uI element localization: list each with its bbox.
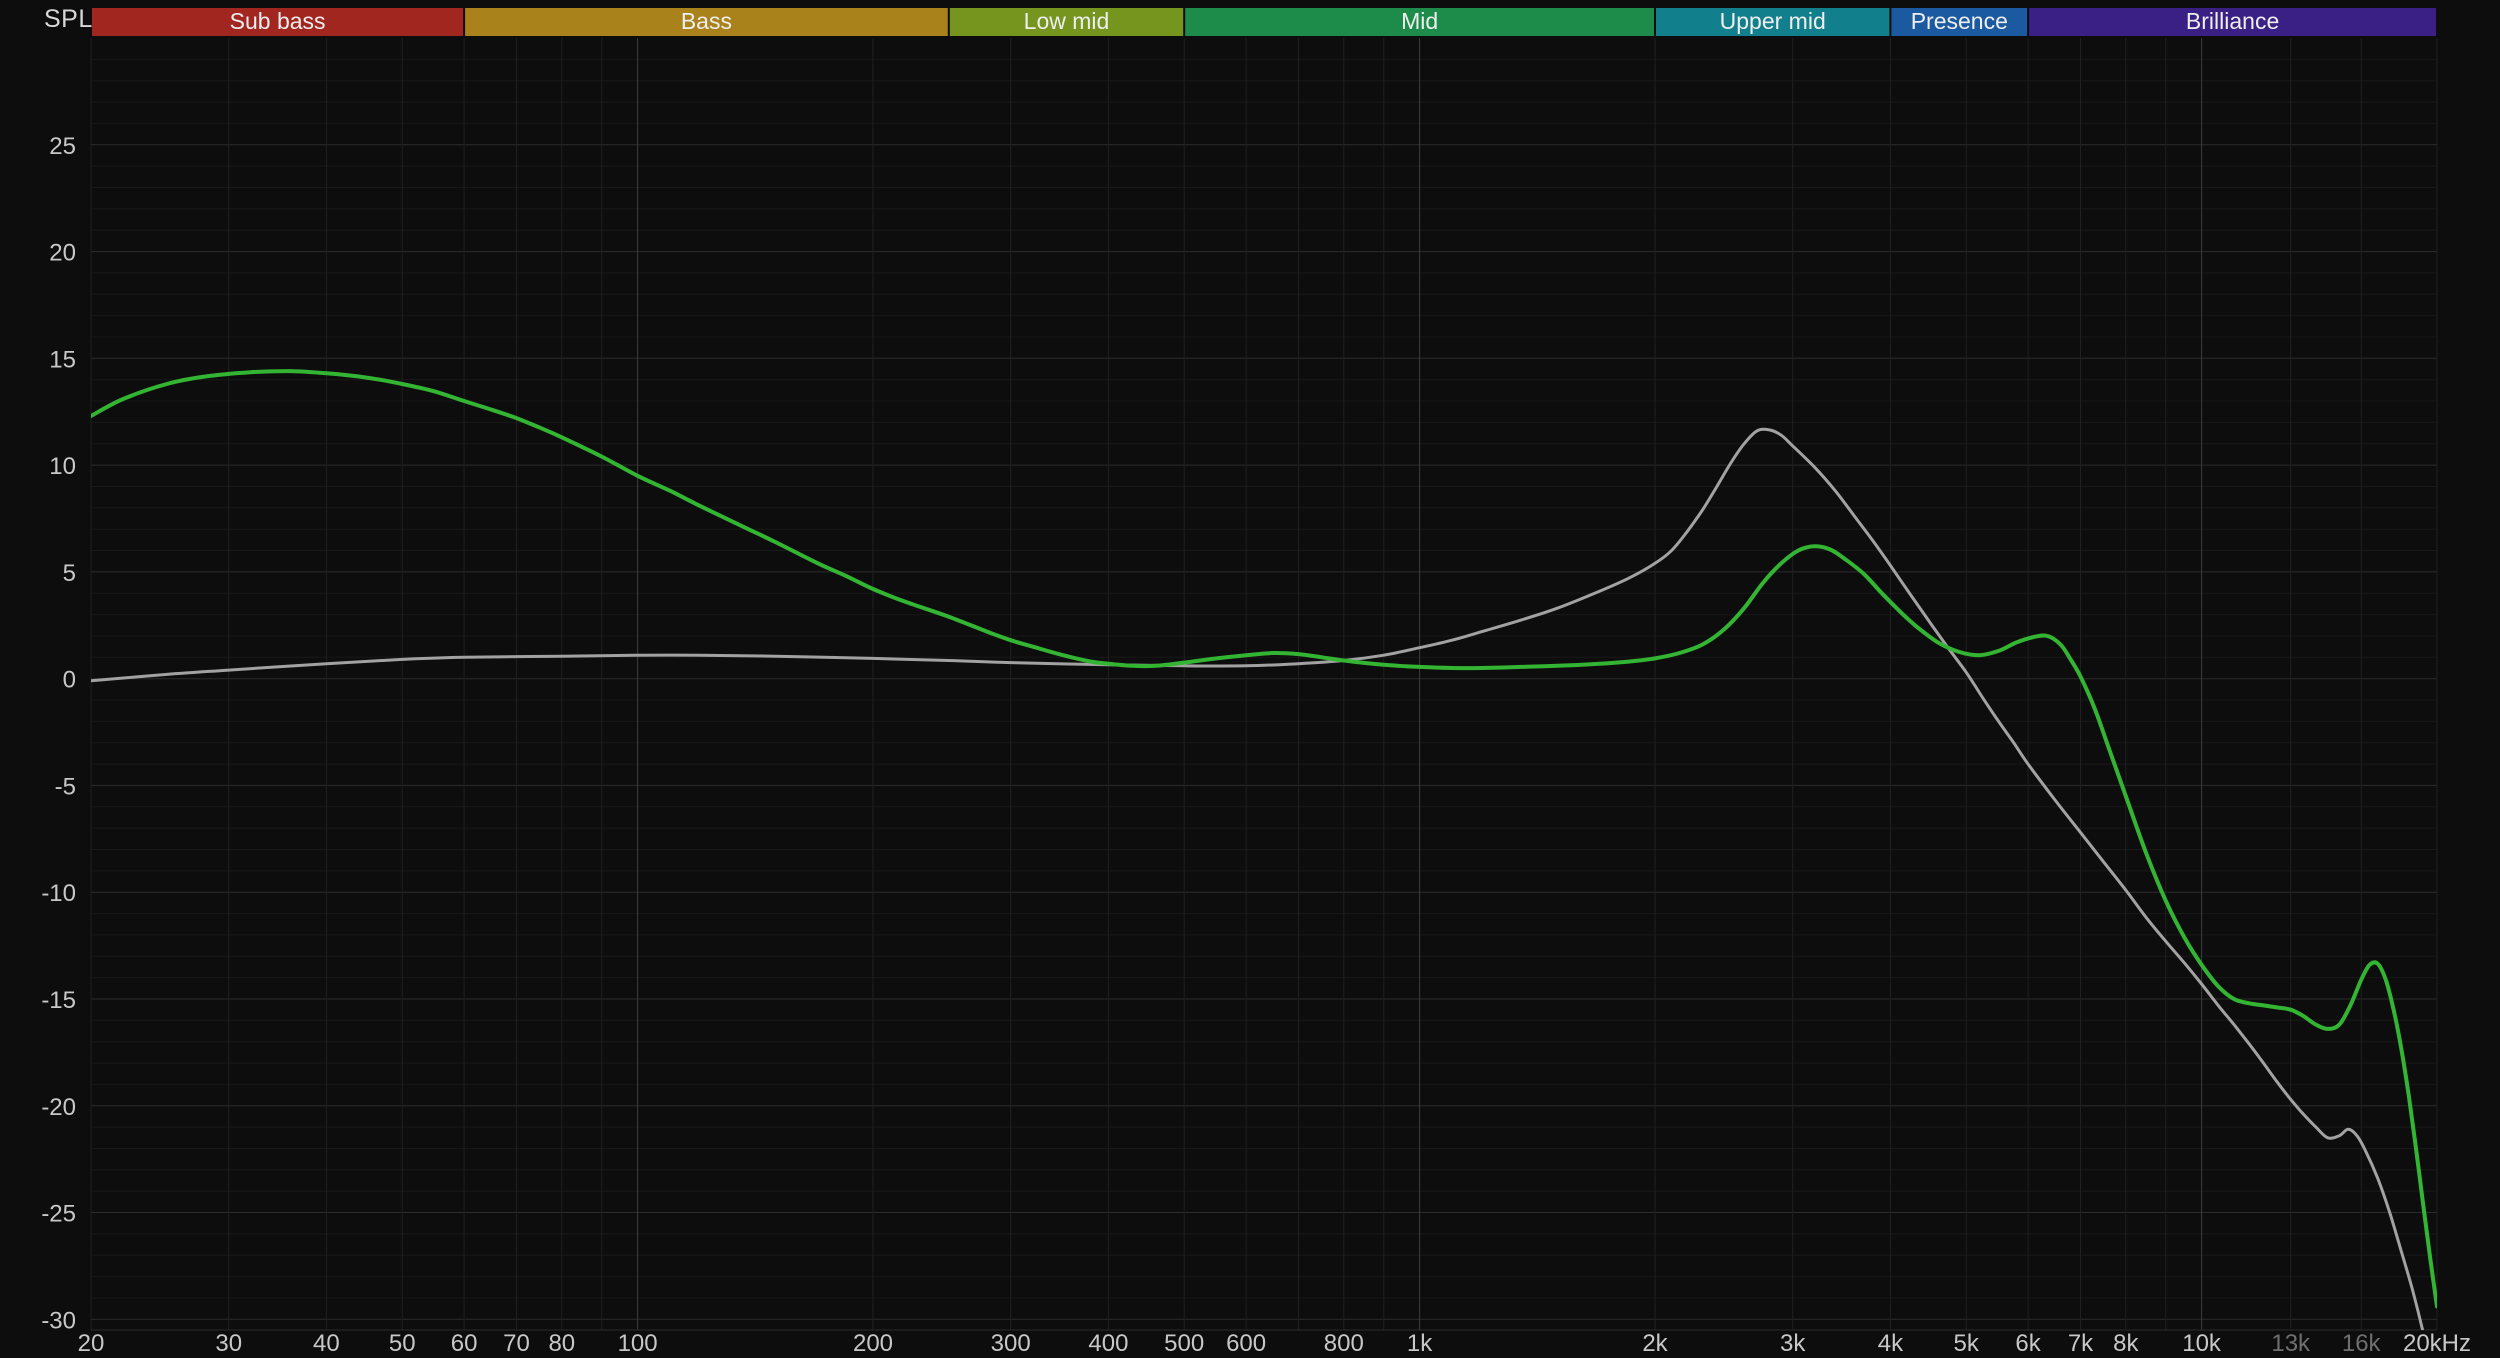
x-tick-label: 7k: [2068, 1330, 2094, 1357]
y-tick-label: -5: [55, 773, 76, 800]
band-label-presence: Presence: [1911, 8, 2008, 34]
y-tick-label: -30: [41, 1307, 76, 1334]
x-tick-label: 800: [1324, 1330, 1364, 1357]
x-tick-label: 80: [548, 1330, 575, 1357]
x-tick-label: 100: [618, 1330, 658, 1357]
x-tick-label: 20kHz: [2403, 1330, 2471, 1357]
x-tick-label: 600: [1226, 1330, 1266, 1357]
y-tick-label: -20: [41, 1094, 76, 1121]
y-tick-label: 5: [63, 560, 76, 587]
y-tick-label: 20: [49, 240, 76, 267]
curves: [91, 369, 2437, 1330]
gray-curve: [91, 427, 2425, 1330]
x-tick-label: 50: [389, 1330, 416, 1357]
frequency-bands-strip: Sub bass Bass Low mid Mid Upper mid Presence B…: [92, 8, 2436, 36]
band-label-mid: Mid: [1401, 8, 1438, 34]
x-tick-label: 300: [991, 1330, 1031, 1357]
y-tick-label: 15: [49, 346, 76, 373]
x-tick-label: 1k: [1407, 1330, 1433, 1357]
x-tick-label: 10k: [2182, 1330, 2222, 1357]
y-tick-label: 25: [49, 133, 76, 160]
y-tick-label: -25: [41, 1201, 76, 1228]
x-tick-label: 3k: [1780, 1330, 1806, 1357]
x-tick-label: 70: [503, 1330, 530, 1357]
x-axis-labels: 20 30 40 50 60 70 80 100 200 300 400 500 600 800 1k 2k 3…: [78, 1330, 2471, 1357]
frequency-response-plot: Sub bass Bass Low mid Mid Upper mid Presence B…: [41, 8, 2471, 1357]
band-label-low-mid: Low mid: [1024, 8, 1110, 34]
band-label-upper-mid: Upper mid: [1720, 8, 1826, 34]
band-label-brilliance: Brilliance: [2186, 8, 2279, 34]
x-tick-label: 40: [313, 1330, 340, 1357]
x-tick-label: 4k: [1878, 1330, 1904, 1357]
x-tick-label: 500: [1164, 1330, 1204, 1357]
x-tick-label: 400: [1088, 1330, 1128, 1357]
x-tick-label: 8k: [2113, 1330, 2139, 1357]
x-tick-label: 5k: [1954, 1330, 1980, 1357]
y-tick-label: -15: [41, 987, 76, 1014]
x-tick-label: 13k: [2271, 1330, 2311, 1357]
x-tick-label: 6k: [2015, 1330, 2041, 1357]
x-tick-label: 20: [78, 1330, 105, 1357]
x-tick-label: 2k: [1642, 1330, 1668, 1357]
x-tick-label: 30: [215, 1330, 242, 1357]
x-tick-label: 60: [451, 1330, 478, 1357]
y-tick-label: 10: [49, 453, 76, 480]
y-axis-labels: 25 20 15 10 5 0 -5 -10 -15 -20 -25 -30: [41, 133, 76, 1335]
band-label-sub-bass: Sub bass: [230, 8, 326, 34]
x-tick-label: 16k: [2342, 1330, 2382, 1357]
y-tick-label: -10: [41, 880, 76, 907]
band-label-bass: Bass: [681, 8, 732, 34]
y-tick-label: 0: [63, 667, 76, 694]
x-tick-label: 200: [853, 1330, 893, 1357]
